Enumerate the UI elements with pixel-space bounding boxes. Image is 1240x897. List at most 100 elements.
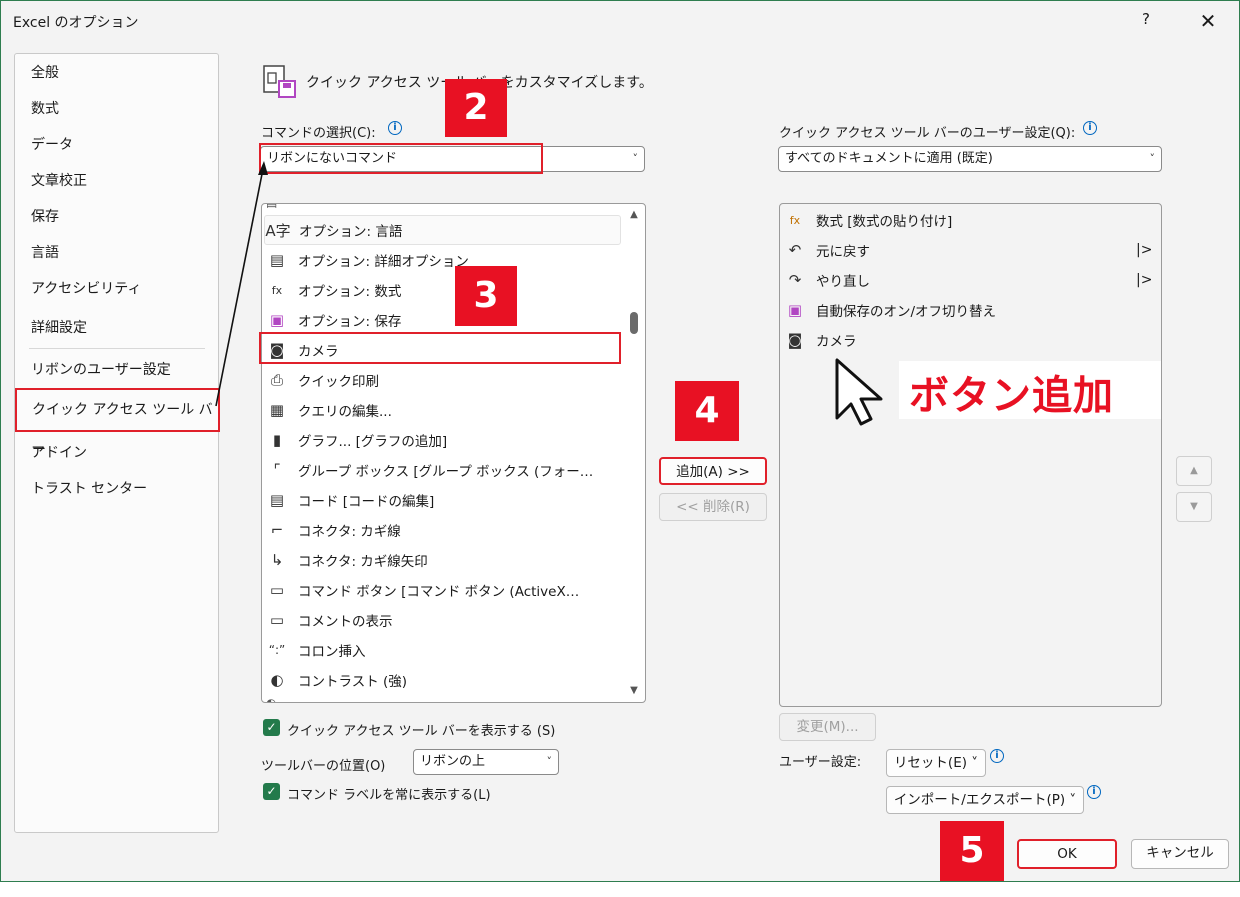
chevron-down-icon: ˅ — [546, 755, 553, 768]
callout-text: ボタン追加 — [909, 373, 1114, 419]
elbow-arrow-connector-icon: ↳ — [270, 551, 284, 569]
list-item[interactable]: ▭ コメントの表示 — [264, 605, 393, 635]
customizations-label: ユーザー設定: — [779, 755, 862, 770]
qat-scope-dropdown[interactable]: すべてのドキュメントに適用 (既定) ˅ — [778, 146, 1162, 172]
add-button[interactable]: 追加(A) >> — [659, 457, 767, 485]
list-item[interactable]: A字 オプション: 言語 — [264, 215, 621, 245]
toolbar-position-value: リボンの上 — [420, 754, 486, 769]
available-commands-list[interactable]: ▤ ─────────── A字 オプション: 言語 ▤ オプション: 詳細オプ… — [261, 203, 646, 703]
nav-divider — [29, 348, 205, 349]
category-nav: 全般 数式 データ 文章校正 保存 言語 アクセシビリティ 詳細設定 リボンのユ… — [14, 53, 220, 833]
remove-button[interactable]: << 削除(R) — [659, 493, 767, 521]
nav-item-customize-ribbon[interactable]: リボンのユーザー設定 — [16, 355, 217, 385]
ok-button[interactable]: OK — [1017, 839, 1117, 869]
code-icon: ▤ — [269, 491, 285, 509]
contrast-icon: ◐ — [270, 671, 284, 689]
list-item[interactable]: ⌜ グループ ボックス [グループ ボックス (フォー… — [264, 455, 593, 485]
customize-qat-icon — [263, 65, 296, 98]
command-select-label: コマンドの選択(C): — [261, 126, 376, 141]
nav-item-language[interactable]: 言語 — [16, 238, 217, 268]
step-5-badge: 5 — [940, 821, 1004, 881]
list-item[interactable]: “:” コロン挿入 — [264, 635, 366, 665]
help-button[interactable]: ? — [1134, 10, 1158, 32]
nav-item-accessibility[interactable]: アクセシビリティ — [16, 274, 217, 304]
nav-item-quick-access-toolbar[interactable]: クイック アクセス ツール バー — [15, 388, 220, 458]
always-show-labels-checkbox[interactable]: ✓ — [263, 783, 280, 800]
list-item[interactable]: ▦ クエリの編集... — [264, 395, 392, 425]
chevron-down-icon: ˅ — [632, 152, 639, 165]
qat-scope-label: クイック アクセス ツール バーのユーザー設定(Q): — [779, 126, 1076, 141]
submenu-indicator: |> — [1136, 242, 1153, 258]
qat-list-item[interactable]: ↶ 元に戻す |> — [782, 235, 1160, 265]
import-export-button[interactable]: インポート/エクスポート(P) ˅ — [886, 786, 1084, 814]
chart-icon: ▮ — [272, 431, 282, 449]
list-item[interactable]: fx オプション: 数式 — [264, 275, 402, 305]
paste-formula-icon: fx — [789, 213, 801, 227]
qat-list-item[interactable]: ▣ 自動保存のオン/オフ切り替え — [782, 295, 1160, 325]
chevron-down-icon: ˅ — [1149, 152, 1156, 165]
colon-insert-icon: “:” — [268, 643, 286, 657]
nav-item-formulas[interactable]: 数式 — [16, 94, 217, 124]
list-item[interactable]: ◐ コントラスト (強) — [264, 665, 407, 695]
nav-item-trust-center[interactable]: トラスト センター — [16, 474, 217, 504]
scrollbar-thumb[interactable] — [630, 312, 638, 334]
add-button-callout: ボタン追加 — [899, 361, 1161, 419]
cancel-button[interactable]: キャンセル — [1131, 839, 1229, 869]
camera-icon: ◙ — [787, 331, 803, 349]
reset-button[interactable]: リセット(E) ˅ — [886, 749, 986, 777]
scroll-up-icon[interactable]: ▲ — [627, 208, 641, 222]
step-2-badge: 2 — [445, 79, 507, 137]
info-icon[interactable]: i — [1083, 121, 1097, 135]
info-icon[interactable]: i — [388, 121, 402, 135]
show-qat-label: クイック アクセス ツール バーを表示する (S) — [287, 724, 556, 739]
list-item[interactable]: ▭ コマンド ボタン [コマンド ボタン (ActiveX… — [264, 575, 579, 605]
list-item[interactable]: ⌐ コネクタ: カギ線 — [264, 515, 401, 545]
command-button-icon: ▭ — [269, 581, 285, 599]
submenu-indicator: |> — [1136, 272, 1153, 288]
group-box-icon: ⌜ — [273, 461, 281, 479]
move-up-button[interactable]: ▲ — [1176, 456, 1212, 486]
toolbar-position-label: ツールバーの位置(O) — [261, 759, 386, 774]
qat-scope-value: すべてのドキュメントに適用 (既定) — [785, 151, 993, 166]
list-item[interactable]: ▤ オプション: 詳細オプション — [264, 245, 469, 275]
highlight-command-select — [259, 143, 543, 174]
title-bar: Excel のオプション ? ✕ — [1, 1, 1239, 41]
dialog-title: Excel のオプション — [13, 15, 139, 31]
comment-icon: ▭ — [269, 611, 285, 629]
info-icon[interactable]: i — [990, 749, 1004, 763]
step-3-badge: 3 — [455, 266, 517, 326]
highlight-camera-item — [259, 332, 621, 364]
qat-list-item[interactable]: fx 数式 [数式の貼り付け] — [782, 205, 1160, 235]
qat-commands-list[interactable]: fx 数式 [数式の貼り付け] ↶ 元に戻す |> ↷ やり直し |> ▣ 自動… — [779, 203, 1162, 707]
partial-list-item: ▤ ─────────── — [266, 204, 606, 208]
nav-item-data[interactable]: データ — [16, 130, 217, 160]
list-item[interactable]: ↳ コネクタ: カギ線矢印 — [264, 545, 428, 575]
show-qat-checkbox[interactable]: ✓ — [263, 719, 280, 736]
list-item[interactable]: ▤ コード [コードの編集] — [264, 485, 434, 515]
qat-list-item-camera[interactable]: ◙ カメラ — [782, 325, 1160, 355]
list-item[interactable]: ▮ グラフ... [グラフの追加] — [264, 425, 447, 455]
annotation-arrow — [215, 161, 268, 407]
toolbar-position-dropdown[interactable]: リボンの上 ˅ — [413, 749, 559, 775]
close-icon[interactable]: ✕ — [1191, 7, 1225, 35]
list-item[interactable]: ▣ オプション: 保存 — [264, 305, 401, 335]
nav-item-advanced[interactable]: 詳細設定 — [16, 313, 217, 343]
nav-item-addins[interactable]: アドイン — [16, 438, 217, 468]
nav-item-save[interactable]: 保存 — [16, 202, 217, 232]
undo-icon: ↶ — [788, 241, 802, 259]
move-down-button[interactable]: ▼ — [1176, 492, 1212, 522]
elbow-connector-icon: ⌐ — [270, 521, 284, 539]
partial-list-item: ◐ ─────── — [266, 696, 331, 703]
redo-icon: ↷ — [788, 271, 802, 289]
scroll-down-icon[interactable]: ▼ — [627, 684, 641, 698]
list-item[interactable]: ⎙ クイック印刷 — [264, 365, 379, 395]
info-icon[interactable]: i — [1087, 785, 1101, 799]
always-show-labels-label: コマンド ラベルを常に表示する(L) — [287, 788, 491, 803]
nav-item-general[interactable]: 全般 — [16, 58, 217, 88]
mouse-pointer-icon — [835, 358, 883, 426]
modify-button[interactable]: 変更(M)... — [779, 713, 876, 741]
step-4-badge: 4 — [675, 381, 739, 441]
autosave-icon: ▣ — [787, 301, 803, 319]
nav-item-proofing[interactable]: 文章校正 — [16, 166, 217, 196]
qat-list-item[interactable]: ↷ やり直し |> — [782, 265, 1160, 295]
